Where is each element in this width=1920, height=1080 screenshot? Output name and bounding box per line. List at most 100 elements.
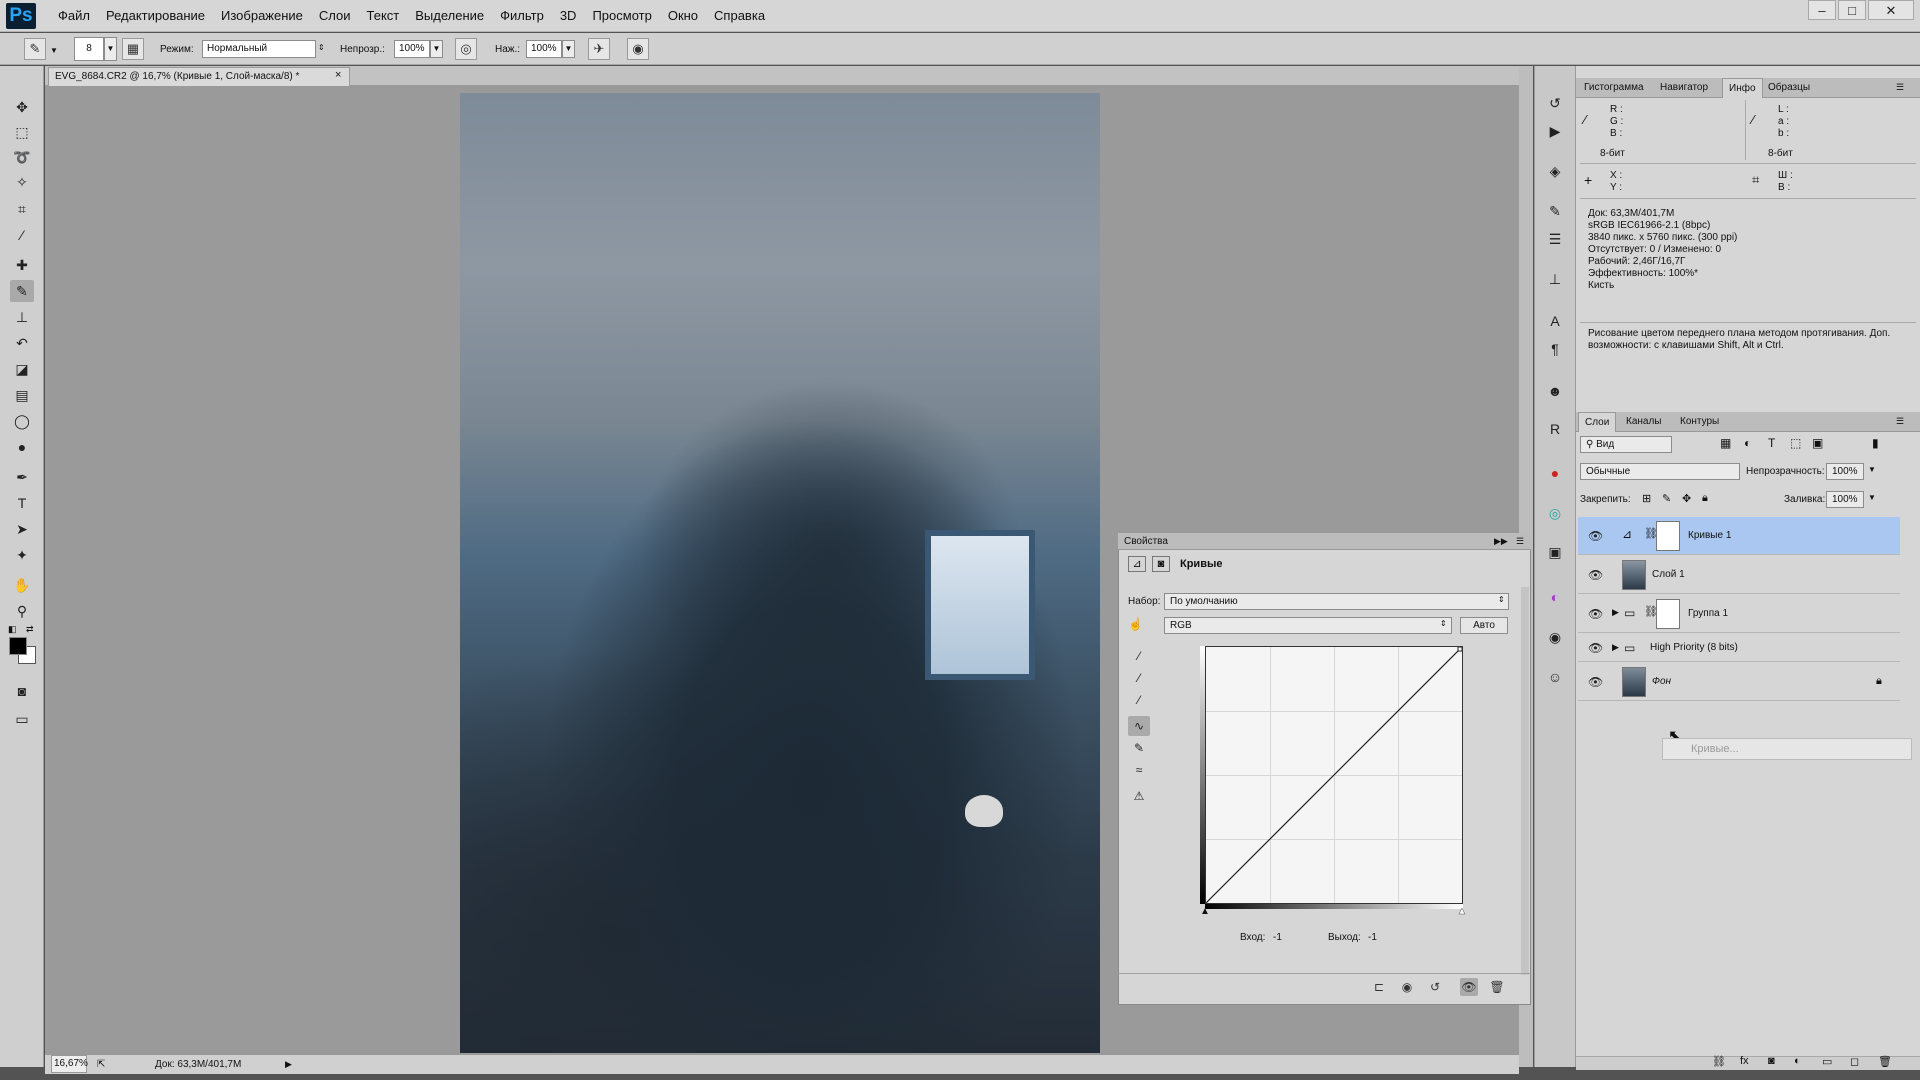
layer-row-curves[interactable]: 👁︎ ⊿ ⛓︎ Кривые 1 (1578, 517, 1900, 555)
tab-layers[interactable]: Слои (1578, 412, 1617, 432)
plugin-teal-icon[interactable]: ◎ (1544, 502, 1566, 524)
layer-name[interactable]: High Priority (8 bits) (1650, 634, 1738, 662)
new-adjustment-icon[interactable]: ◐ (1794, 1055, 1801, 1067)
tab-navigator[interactable]: Навигатор (1654, 78, 1714, 98)
layer-row-high-priority[interactable]: 👁︎ ▶ ▭ High Priority (8 bits) (1578, 634, 1900, 662)
close-window-button[interactable]: ✕ (1868, 0, 1914, 20)
brush-size-field[interactable]: 8 (74, 37, 104, 61)
opacity-arrow[interactable]: ▼ (430, 40, 443, 58)
pressure-arrow[interactable]: ▼ (562, 40, 575, 58)
expand-group-icon[interactable]: ▶ (1612, 607, 1619, 618)
layer-thumbnail[interactable] (1622, 560, 1646, 590)
channels-plugin-icon[interactable]: ◉ (1544, 626, 1566, 648)
clone-source-icon[interactable]: ⊥ (1544, 268, 1566, 290)
filter-type-icon[interactable]: T (1768, 436, 1775, 450)
menu-file[interactable]: Файл (50, 0, 98, 32)
gray-point-eyedropper-icon[interactable]: ⁄ (1128, 668, 1150, 688)
new-layer-icon[interactable]: ◻ (1850, 1055, 1859, 1068)
layer-name[interactable]: Фон (1652, 663, 1671, 701)
group-mask-thumbnail[interactable] (1656, 599, 1680, 629)
opacity-pressure-icon[interactable]: ◎ (455, 38, 477, 60)
new-group-icon[interactable]: ▭ (1822, 1055, 1832, 1068)
move-tool-icon[interactable]: ✥ (10, 96, 34, 118)
shape-tool-icon[interactable]: ✦ (10, 544, 34, 566)
clipping-warning-icon[interactable]: ⚠ (1128, 786, 1150, 806)
plugin-r-icon[interactable]: R (1544, 418, 1566, 440)
tab-paths[interactable]: Контуры (1674, 412, 1725, 432)
tab-swatches[interactable]: Образцы (1762, 78, 1816, 98)
opacity-field[interactable]: 100% (394, 40, 430, 58)
airbrush-icon[interactable]: ✈ (588, 38, 610, 60)
properties-menu-icon[interactable]: ☰ (1516, 533, 1524, 550)
preset-select[interactable]: По умолчанию (1164, 593, 1509, 610)
auto-button[interactable]: Авто (1460, 617, 1508, 634)
layer-row-layer1[interactable]: 👁︎ Слой 1 (1578, 556, 1900, 594)
fill-arrow[interactable]: ▼ (1868, 493, 1876, 502)
menu-view[interactable]: Просмотр (584, 0, 659, 32)
layer-style-icon[interactable]: fx (1740, 1055, 1749, 1067)
mode-select[interactable]: Нормальный (202, 40, 316, 58)
white-point-eyedropper-icon[interactable]: ⁄ (1128, 690, 1150, 710)
toggle-visibility-icon[interactable]: 👁︎ (1460, 978, 1478, 996)
color-plugin-icon[interactable]: ◐ (1544, 586, 1566, 608)
lock-transparency-icon[interactable]: ⊞ (1642, 492, 1651, 505)
maximize-button[interactable]: □ (1838, 0, 1866, 20)
brush-panel-icon-2[interactable]: ✎ (1544, 200, 1566, 222)
reset-icon[interactable]: ↺ (1426, 978, 1444, 996)
quick-select-tool-icon[interactable]: ✧ (10, 171, 34, 193)
black-point-slider-icon[interactable]: ▲ (1200, 906, 1210, 917)
target-adjust-icon[interactable]: ☝ (1128, 617, 1143, 631)
layer-name[interactable]: Группа 1 (1688, 595, 1728, 633)
delete-adjustment-icon[interactable]: 🗑︎ (1488, 978, 1506, 996)
filter-pixel-icon[interactable]: ▦ (1720, 436, 1731, 450)
menu-select[interactable]: Выделение (407, 0, 492, 32)
path-select-tool-icon[interactable]: ➤ (10, 518, 34, 540)
expand-group-icon[interactable]: ▶ (1612, 642, 1619, 653)
zoom-level-field[interactable]: 16,67% (51, 1055, 88, 1073)
lasso-tool-icon[interactable]: ➰ (10, 146, 34, 168)
size-pressure-icon[interactable]: ◉ (627, 38, 649, 60)
face-plugin-icon[interactable]: ☺ (1544, 666, 1566, 688)
healing-brush-tool-icon[interactable]: ✚ (10, 254, 34, 276)
brush-preset-icon[interactable]: ✎ (24, 38, 46, 60)
brush-tool-icon[interactable]: ✎ (10, 280, 34, 302)
view-previous-icon[interactable]: ◉ (1398, 978, 1416, 996)
properties-title-bar[interactable]: Свойства ▶▶ ☰ (1118, 533, 1531, 550)
smooth-curve-icon[interactable]: ≈ (1128, 760, 1150, 780)
zoom-tool-icon[interactable]: ⚲ (10, 600, 34, 622)
history-panel-icon[interactable]: ↺ (1544, 92, 1566, 114)
foreground-color-swatch[interactable] (9, 637, 27, 655)
fill-field[interactable]: 100% (1826, 491, 1864, 508)
link-layers-icon[interactable]: ⛓︎ (1712, 1055, 1726, 1068)
marquee-tool-icon[interactable]: ⬚ (10, 121, 34, 143)
screen-mode-icon[interactable]: ▭ (10, 708, 34, 730)
close-document-icon[interactable]: × (335, 69, 341, 81)
brush-size-arrow[interactable]: ▼ (104, 37, 117, 61)
delete-layer-icon[interactable]: 🗑︎ (1878, 1055, 1892, 1068)
history-brush-tool-icon[interactable]: ↶ (10, 332, 34, 354)
tab-histogram[interactable]: Гистограмма (1578, 78, 1650, 98)
pressure-field[interactable]: 100% (526, 40, 562, 58)
mask-plugin-icon[interactable]: ☻ (1544, 380, 1566, 402)
lock-all-icon[interactable]: 🔒︎ (1702, 492, 1708, 505)
visibility-eye-icon[interactable]: 👁︎ (1588, 517, 1604, 555)
layers-panel-menu-icon[interactable]: ☰ (1896, 416, 1904, 427)
actions-panel-icon[interactable]: ▶ (1544, 120, 1566, 142)
export-icon[interactable]: ⇱ (97, 1055, 105, 1074)
add-mask-icon[interactable]: ◙ (1768, 1055, 1775, 1067)
channel-arrow-icon[interactable]: ⇕ (1440, 619, 1447, 628)
black-point-eyedropper-icon[interactable]: ⁄ (1128, 646, 1150, 666)
filter-adjustment-icon[interactable]: ◐ (1744, 436, 1751, 450)
brush-panel-icon[interactable]: ▦ (122, 38, 144, 60)
brush-presets-icon[interactable]: ☰ (1544, 228, 1566, 250)
blend-mode-select[interactable]: Обычные (1580, 463, 1740, 480)
eraser-tool-icon[interactable]: ◪ (10, 358, 34, 380)
menu-edit[interactable]: Редактирование (98, 0, 213, 32)
curve-line[interactable] (1206, 647, 1462, 903)
menu-3d[interactable]: 3D (552, 0, 585, 32)
properties-scrollbar[interactable] (1521, 587, 1529, 975)
menu-text[interactable]: Текст (359, 0, 408, 32)
hand-tool-icon[interactable]: ✋ (10, 574, 34, 596)
lock-pixels-icon[interactable]: ✎ (1662, 492, 1671, 505)
layer-thumbnail[interactable] (1622, 667, 1646, 697)
